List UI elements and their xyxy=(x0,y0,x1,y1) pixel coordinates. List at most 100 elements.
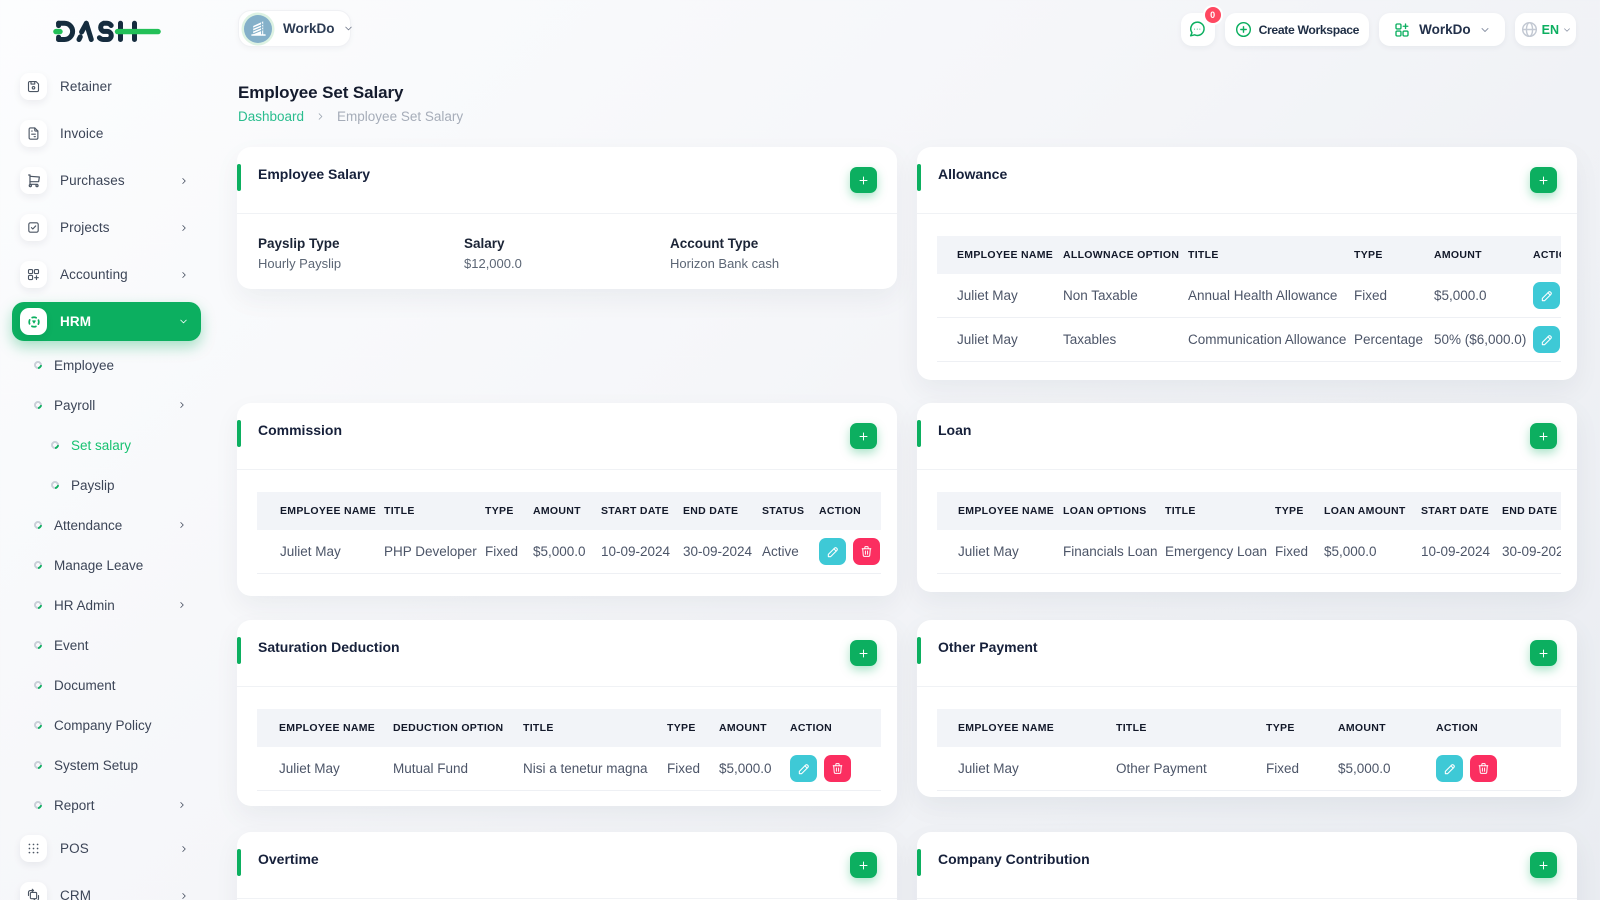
trash-icon xyxy=(832,763,843,774)
table-scroll-area[interactable]: EMPLOYEE NAME TITLE TYPE AMOUNT ACTION J… xyxy=(937,709,1561,791)
column-header: AMOUNT xyxy=(719,722,767,734)
pencil-icon xyxy=(1541,334,1552,345)
column-header: TITLE xyxy=(1188,249,1219,261)
add-button[interactable] xyxy=(1530,852,1557,878)
add-button[interactable] xyxy=(1530,167,1557,193)
sidebar-item-retainer[interactable]: Retainer xyxy=(0,63,217,110)
sidebar-item-payroll[interactable]: Payroll xyxy=(0,385,217,425)
table-cell: Fixed xyxy=(1354,288,1388,303)
table-cell: Nisi a tenetur magna xyxy=(523,761,648,776)
table-cell: Emergency Loan xyxy=(1165,544,1268,559)
table-row: Juliet May Financials Loan Emergency Loa… xyxy=(937,530,1561,574)
delete-button[interactable] xyxy=(1470,755,1497,782)
building-icon xyxy=(250,21,266,36)
sidebar-item-invoice[interactable]: Invoice xyxy=(0,110,217,157)
card-title: Employee Salary xyxy=(258,166,371,182)
sidebar-item-manage-leave[interactable]: Manage Leave xyxy=(0,545,217,585)
chevron-down-icon xyxy=(1481,27,1489,32)
table-scroll-area[interactable]: EMPLOYEE NAME ALLOWNACE OPTION TITLE TYP… xyxy=(937,236,1561,362)
sidebar-item-hrm[interactable]: HRM xyxy=(0,298,217,345)
workspace-switcher[interactable]: WorkDo xyxy=(238,10,354,47)
delete-button[interactable] xyxy=(853,538,880,565)
edit-button[interactable] xyxy=(1533,326,1560,353)
add-button[interactable] xyxy=(850,167,877,193)
chevron-down-icon xyxy=(344,26,352,31)
globe-icon xyxy=(1521,21,1537,38)
sidebar-item-event[interactable]: Event xyxy=(0,625,217,665)
table-cell: Fixed xyxy=(1266,761,1300,776)
add-button[interactable] xyxy=(1530,640,1557,666)
field-value: $12,000.0 xyxy=(464,256,522,271)
edit-button[interactable] xyxy=(1533,282,1560,309)
add-button[interactable] xyxy=(850,423,877,449)
delete-button[interactable] xyxy=(824,755,851,782)
grid-dots-icon xyxy=(28,843,39,854)
edit-button[interactable] xyxy=(1436,755,1463,782)
card-header: Loan xyxy=(917,403,1577,470)
notification-badge: 0 xyxy=(1204,7,1221,23)
sidebar-item-company-policy[interactable]: Company Policy xyxy=(0,705,217,745)
pencil-icon xyxy=(1541,290,1552,301)
chevron-down-icon xyxy=(1479,24,1491,36)
checkbox-icon xyxy=(20,214,47,241)
column-header: LOAN AMOUNT xyxy=(1324,505,1406,517)
sidebar-item-hr-admin[interactable]: HR Admin xyxy=(0,585,217,625)
table-scroll-area[interactable]: EMPLOYEE NAME DEDUCTION OPTION TITLE TYP… xyxy=(257,709,881,791)
sidebar-item-accounting[interactable]: Accounting xyxy=(0,251,217,298)
table-cell: Percentage xyxy=(1354,332,1424,347)
column-header: TYPE xyxy=(1275,505,1304,517)
workdo-menu-button[interactable]: WorkDo xyxy=(1379,13,1505,46)
add-button[interactable] xyxy=(850,852,877,878)
table-cell: Fixed xyxy=(667,761,701,776)
edit-button[interactable] xyxy=(790,755,817,782)
table-cell: 10-09-2024 xyxy=(1421,544,1491,559)
sidebar-item-attendance[interactable]: Attendance xyxy=(0,505,217,545)
hub-icon xyxy=(27,315,40,328)
sidebar-item-purchases[interactable]: Purchases xyxy=(0,157,217,204)
table-cell: Fixed xyxy=(1275,544,1309,559)
card-commission: Commission EMPLOYEE NAME TITLE TYPE AMOU… xyxy=(237,403,897,596)
table-header-row: EMPLOYEE NAME LOAN OPTIONS TITLE TYPE LO… xyxy=(937,492,1561,530)
cards-row-2: Commission EMPLOYEE NAME TITLE TYPE AMOU… xyxy=(237,403,1577,596)
card-header: Other Payment xyxy=(917,620,1577,687)
row-actions xyxy=(790,755,880,782)
sidebar-item-report[interactable]: Report xyxy=(0,785,217,825)
language-button[interactable]: EN xyxy=(1514,13,1576,46)
sidebar-item-pos[interactable]: POS xyxy=(0,825,217,872)
sidebar-item-payslip[interactable]: Payslip xyxy=(0,465,217,505)
sidebar-item-document[interactable]: Document xyxy=(0,665,217,705)
create-workspace-button[interactable]: Create Workspace xyxy=(1224,13,1370,46)
table-cell: Juliet May xyxy=(958,761,1019,776)
sidebar-item-crm[interactable]: CRM xyxy=(0,872,217,900)
table-row: Juliet May Taxables Communication Allowa… xyxy=(937,318,1561,362)
chevron-right-icon xyxy=(179,223,189,233)
add-button[interactable] xyxy=(1530,423,1557,449)
edit-button[interactable] xyxy=(819,538,846,565)
checkbox-icon xyxy=(28,222,39,233)
column-header: ALLOWNACE OPTION xyxy=(1063,249,1180,261)
sidebar-item-system-setup[interactable]: System Setup xyxy=(0,745,217,785)
dash-logo[interactable] xyxy=(50,6,165,50)
chevron-right-icon xyxy=(182,224,186,231)
sidebar-item-employee[interactable]: Employee xyxy=(0,345,217,385)
table-cell: Other Payment xyxy=(1116,761,1207,776)
sidebar-item-projects[interactable]: Projects xyxy=(0,204,217,251)
breadcrumb-dashboard-link[interactable]: Dashboard xyxy=(238,109,304,124)
bullet-ring-icon xyxy=(32,519,44,531)
bullet-ring-icon xyxy=(32,719,44,731)
field-value: Horizon Bank cash xyxy=(670,256,780,271)
chevron-down-icon xyxy=(343,23,354,34)
table-scroll-area[interactable]: EMPLOYEE NAME TITLE TYPE AMOUNT START DA… xyxy=(257,492,881,574)
add-button[interactable] xyxy=(850,640,877,666)
column-header: DEDUCTION OPTION xyxy=(393,722,504,734)
table-scroll-area[interactable]: EMPLOYEE NAME LOAN OPTIONS TITLE TYPE LO… xyxy=(937,492,1561,574)
column-header: ACTION xyxy=(1533,249,1561,261)
plus-icon xyxy=(1539,431,1548,441)
sidebar-item-set-salary[interactable]: Set salary xyxy=(0,425,217,465)
bullet-ring-icon xyxy=(49,479,61,491)
card-allowance: Allowance EMPLOYEE NAME ALLOWNACE OPTION… xyxy=(917,147,1577,380)
globe-icon xyxy=(1520,20,1539,39)
chevron-right-icon xyxy=(179,176,189,186)
messages-button[interactable]: 0 xyxy=(1180,7,1221,46)
card-header: Company Contribution xyxy=(917,832,1577,899)
